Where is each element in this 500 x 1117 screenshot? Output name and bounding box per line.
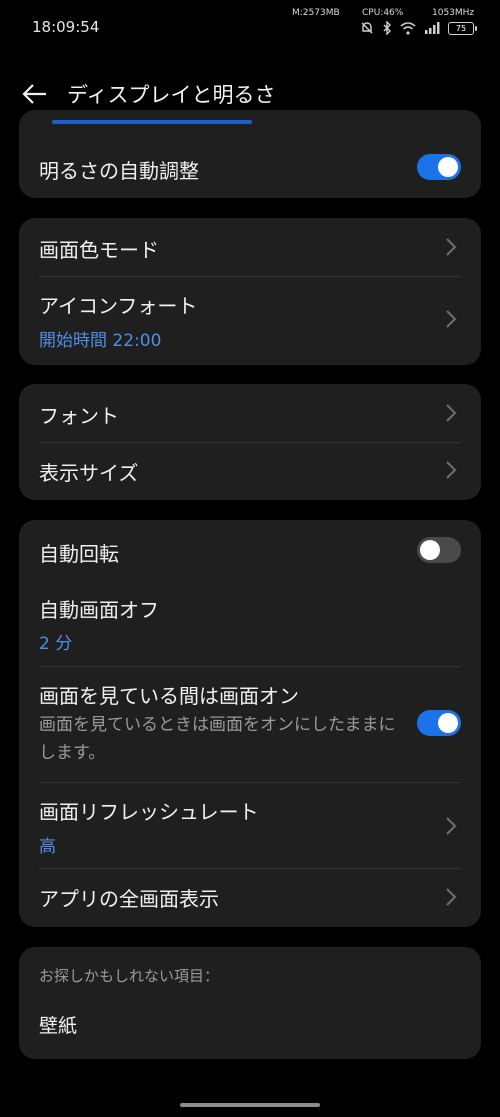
auto-brightness-toggle[interactable]	[417, 154, 461, 180]
suggestions-card: お探しかもしれない項目： 壁紙	[19, 947, 481, 1059]
suggestion-label: 壁紙	[39, 1015, 78, 1037]
display-size-label: 表示サイズ	[39, 461, 139, 485]
color-mode-label: 画面色モード	[39, 238, 159, 262]
page-title: ディスプレイと明るさ	[67, 83, 276, 107]
color-card: 画面色モード アイコンフォート 開始時間 22:00	[19, 218, 481, 365]
refresh-rate-row[interactable]: 画面リフレッシュレート 高	[19, 783, 481, 868]
stay-awake-description: 画面を見ているときは画面をオンにしたままにします。	[39, 715, 396, 763]
eye-comfort-row[interactable]: アイコンフォート 開始時間 22:00	[19, 277, 481, 365]
auto-rotate-toggle[interactable]	[417, 537, 461, 563]
battery-icon: 75	[448, 21, 477, 35]
auto-rotate-label: 自動回転	[39, 542, 119, 566]
status-icons: 75	[360, 21, 477, 35]
screen-timeout-label: 自動画面オフ	[39, 598, 159, 622]
bluetooth-icon	[383, 21, 391, 35]
chevron-right-icon	[446, 888, 457, 906]
brightness-slider-fill	[52, 120, 252, 124]
screen-timeout-value: 2 分	[39, 634, 73, 654]
chevron-right-icon	[446, 817, 457, 835]
eye-comfort-label: アイコンフォート	[39, 294, 198, 318]
cpu-readout: CPU:46%	[362, 8, 404, 18]
font-row[interactable]: フォント	[19, 384, 481, 442]
wifi-icon	[400, 21, 416, 35]
memory-readout: M:2573MB	[292, 8, 340, 18]
suggestions-title: お探しかもしれない項目：	[39, 967, 220, 985]
color-mode-row[interactable]: 画面色モード	[19, 218, 481, 276]
mute-bell-icon	[361, 22, 373, 34]
eye-comfort-value: 開始時間 22:00	[39, 331, 162, 351]
stay-awake-label: 画面を見ている間は画面オン	[39, 684, 299, 708]
auto-rotate-row[interactable]: 自動回転	[19, 520, 481, 580]
chevron-right-icon	[446, 461, 457, 479]
display-size-row[interactable]: 表示サイズ	[19, 443, 481, 500]
fullscreen-apps-row[interactable]: アプリの全画面表示	[19, 869, 481, 927]
suggestion-item-wallpaper[interactable]: 壁紙	[19, 997, 481, 1053]
chevron-right-icon	[446, 310, 457, 328]
screen-timeout-row[interactable]: 自動画面オフ 2 分	[19, 580, 481, 666]
home-indicator[interactable]	[180, 1103, 320, 1107]
refresh-rate-label: 画面リフレッシュレート	[39, 800, 259, 824]
status-bar: 18:09:54 M:2573MB CPU:46% 1053MHz 75	[0, 0, 500, 56]
chevron-right-icon	[446, 238, 457, 256]
stay-awake-row[interactable]: 画面を見ている間は画面オン 画面を見ているときは画面をオンにしたままにします。	[19, 667, 481, 782]
font-label: フォント	[39, 404, 119, 428]
chevron-right-icon	[446, 404, 457, 422]
signal-icon	[425, 22, 440, 34]
back-arrow-icon[interactable]	[20, 79, 50, 109]
status-time: 18:09:54	[32, 18, 100, 36]
refresh-rate-value: 高	[39, 837, 56, 857]
frequency-readout: 1053MHz	[432, 8, 475, 18]
auto-brightness-label: 明るさの自動調整	[39, 159, 199, 183]
stay-awake-toggle[interactable]	[417, 710, 461, 736]
fullscreen-apps-label: アプリの全画面表示	[39, 887, 219, 911]
screen-card: 自動回転 自動画面オフ 2 分 画面を見ている間は画面オン 画面を見ているときは…	[19, 520, 481, 927]
font-card: フォント 表示サイズ	[19, 384, 481, 500]
